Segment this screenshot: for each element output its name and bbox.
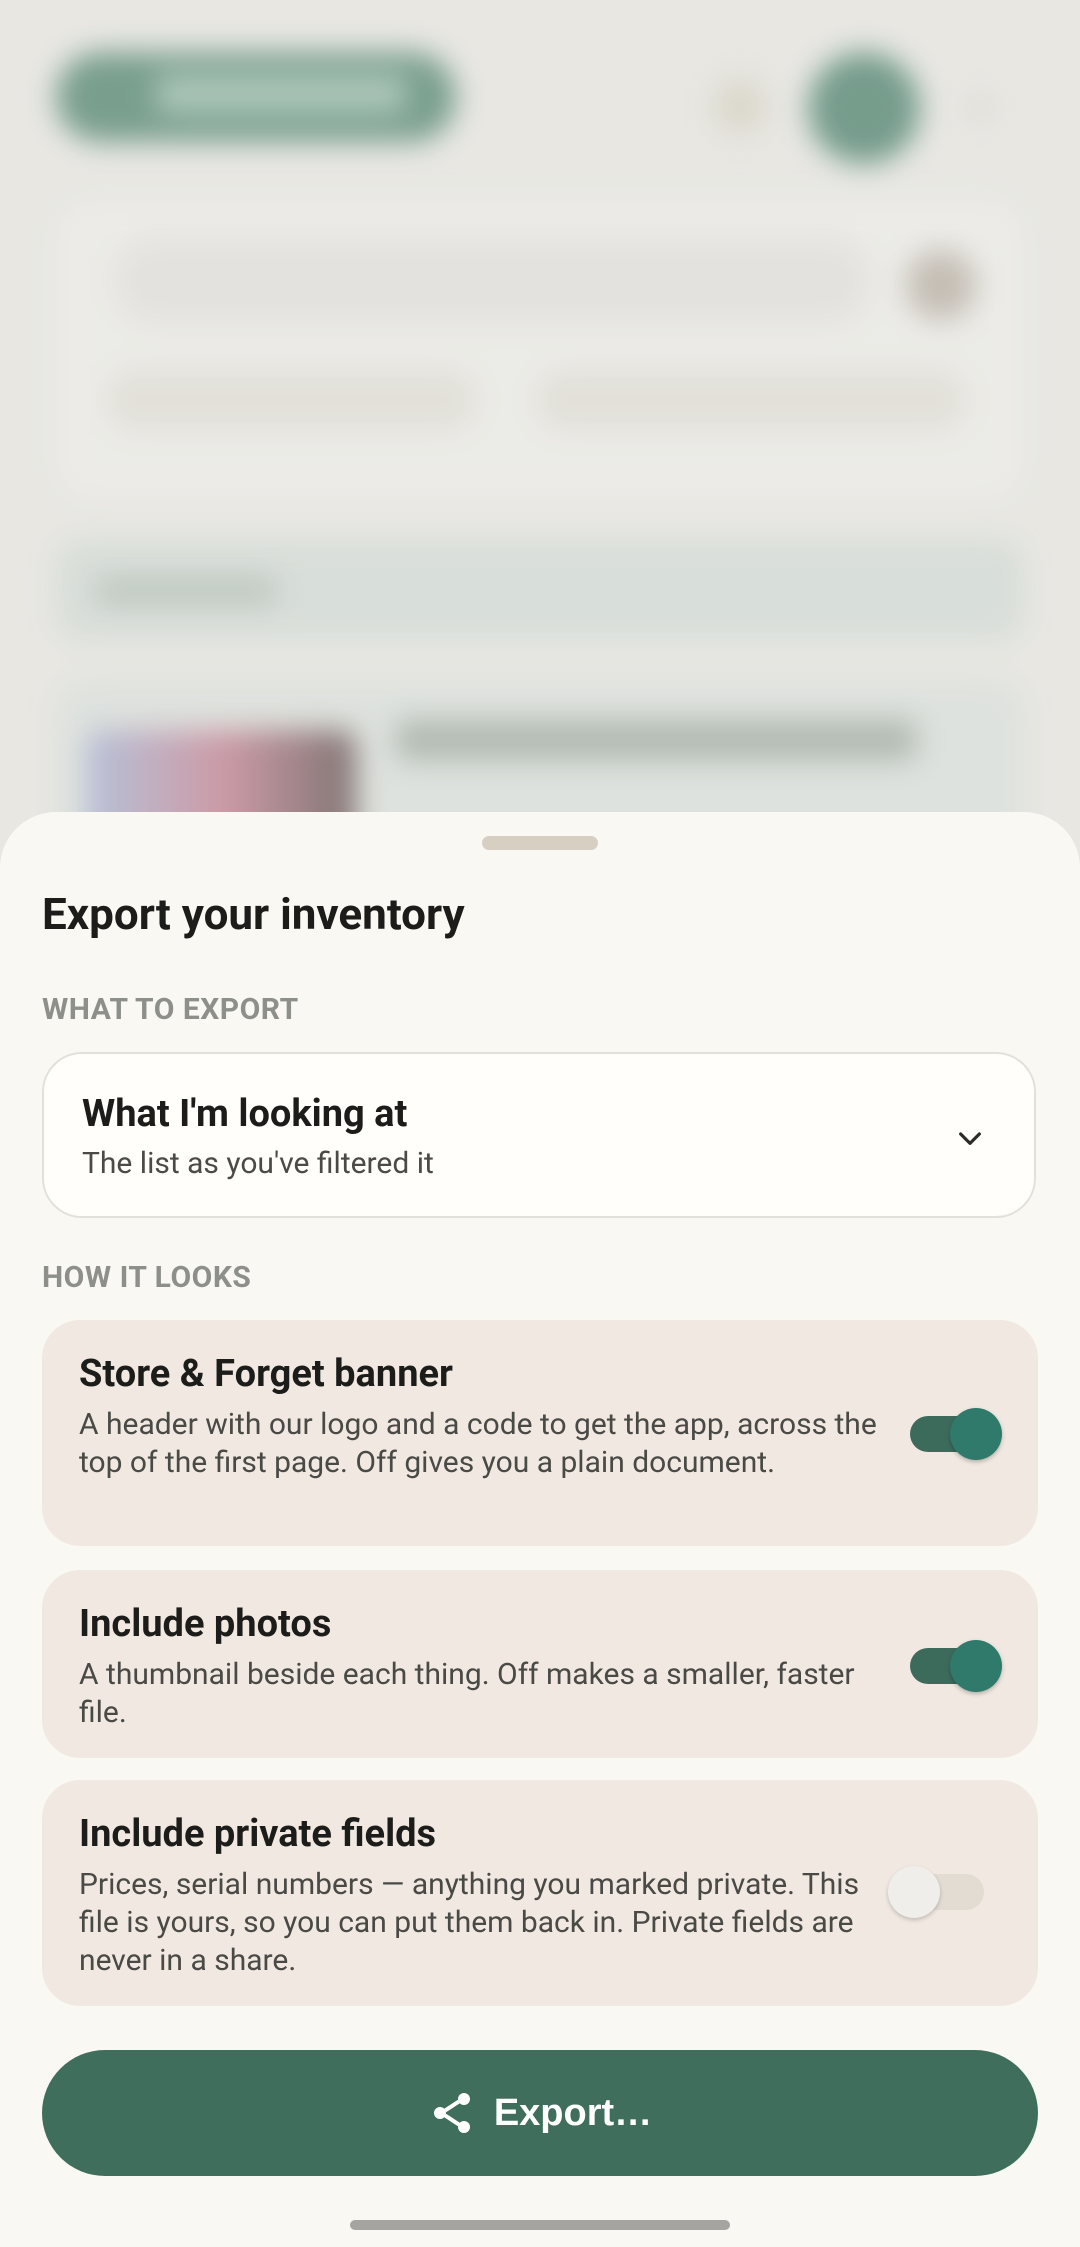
how-it-looks-label: HOW IT LOOKS <box>42 1260 252 1295</box>
banner-toggle[interactable] <box>910 1408 1002 1460</box>
option-title: Include photos <box>79 1602 332 1646</box>
option-description: A header with our logo and a code to get… <box>79 1407 877 1480</box>
what-to-export-label: WHAT TO EXPORT <box>42 992 299 1027</box>
export-button[interactable]: Export… <box>42 2050 1038 2176</box>
export-scope-dropdown[interactable]: What I'm looking at The list as you've f… <box>42 1052 1036 1218</box>
chevron-down-icon <box>959 1132 981 1145</box>
sheet-title: Export your inventory <box>42 888 465 940</box>
option-banner[interactable]: Store & Forget banner A header with our … <box>42 1320 1038 1546</box>
option-title: Store & Forget banner <box>79 1352 453 1396</box>
dropdown-selected-title: What I'm looking at <box>82 1092 408 1136</box>
private-fields-toggle[interactable] <box>888 1866 984 1918</box>
option-title: Include private fields <box>79 1812 437 1856</box>
home-indicator[interactable] <box>350 2220 730 2230</box>
option-photos[interactable]: Include photos A thumbnail beside each t… <box>42 1570 1038 1758</box>
export-button-label: Export… <box>493 2091 653 2134</box>
export-bottom-sheet: Export your inventory WHAT TO EXPORT Wha… <box>0 812 1080 2247</box>
dropdown-selected-subtitle: The list as you've filtered it <box>82 1146 434 1181</box>
option-private-fields[interactable]: Include private fields Prices, serial nu… <box>42 1780 1038 2006</box>
drag-handle[interactable] <box>482 836 598 850</box>
option-description: A thumbnail beside each thing. Off makes… <box>79 1657 855 1730</box>
share-icon <box>433 2093 470 2133</box>
option-description: Prices, serial numbers — anything you ma… <box>79 1867 860 1978</box>
photos-toggle[interactable] <box>910 1640 1002 1692</box>
